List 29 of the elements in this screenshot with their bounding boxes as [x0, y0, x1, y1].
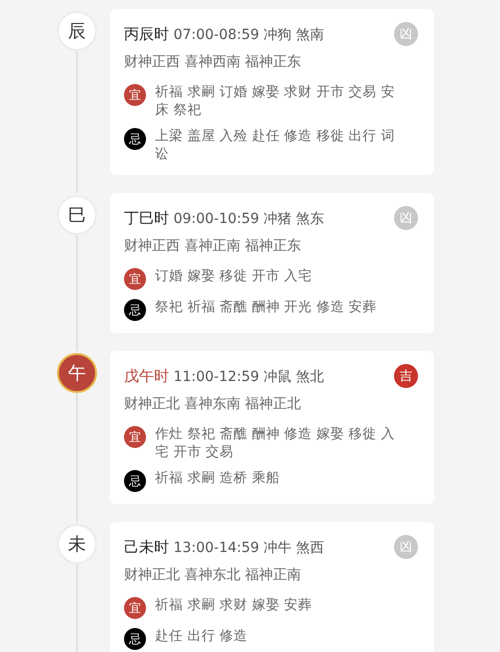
- suitable-activities: 订婚 嫁娶 移徙 开市 入宅: [155, 267, 314, 285]
- gods-directions: 财神正北 喜神东北 福神正南: [124, 566, 302, 584]
- hour-branch-circle: 午: [57, 353, 97, 393]
- gods-directions: 财神正西 喜神正南 福神正东: [124, 237, 302, 255]
- avoid-badge: 忌: [124, 628, 146, 650]
- gods-directions: 财神正北 喜神东南 福神正北: [124, 395, 302, 413]
- avoid-badge: 忌: [124, 470, 146, 492]
- avoid-activities: 祈福 求嗣 造桥 乘船: [155, 469, 281, 487]
- suitable-activities: 祈福 求嗣 订婚 嫁娶 求财 开市 交易 安床 祭祀: [155, 83, 396, 119]
- suitable-activities: 作灶 祭祀 斋醮 酬神 修造 嫁娶 移徙 入宅 开市 交易: [155, 425, 396, 461]
- hour-branch-circle: 未: [57, 524, 97, 564]
- gods-directions: 财神正西 喜神西南 福神正东: [124, 53, 302, 71]
- luck-badge: 吉: [394, 364, 418, 388]
- hour-title: 丁巳时 09:00-10:59 冲猪 煞东: [124, 208, 324, 228]
- avoid-badge: 忌: [124, 299, 146, 321]
- suitable-badge: 宜: [124, 84, 146, 106]
- suitable-badge: 宜: [124, 268, 146, 290]
- suitable-badge: 宜: [124, 597, 146, 619]
- hour-title: 戊午时 11:00-12:59 冲鼠 煞北: [124, 366, 324, 386]
- avoid-badge: 忌: [124, 128, 146, 150]
- suitable-activities: 祈福 求嗣 求财 嫁娶 安葬: [155, 596, 314, 614]
- suitable-badge: 宜: [124, 426, 146, 448]
- avoid-activities: 上梁 盖屋 入殓 赴任 修造 移徙 出行 词讼: [155, 127, 396, 163]
- avoid-activities: 赴任 出行 修造: [155, 627, 249, 645]
- hour-title: 己未时 13:00-14:59 冲牛 煞西: [124, 538, 324, 556]
- hour-branch-circle: 辰: [57, 11, 97, 51]
- hour-title: 丙辰时 07:00-08:59 冲狗 煞南: [124, 24, 324, 44]
- avoid-activities: 祭祀 祈福 斋醮 酬神 开光 修造 安葬: [155, 298, 378, 316]
- hour-branch-circle: 巳: [57, 195, 97, 235]
